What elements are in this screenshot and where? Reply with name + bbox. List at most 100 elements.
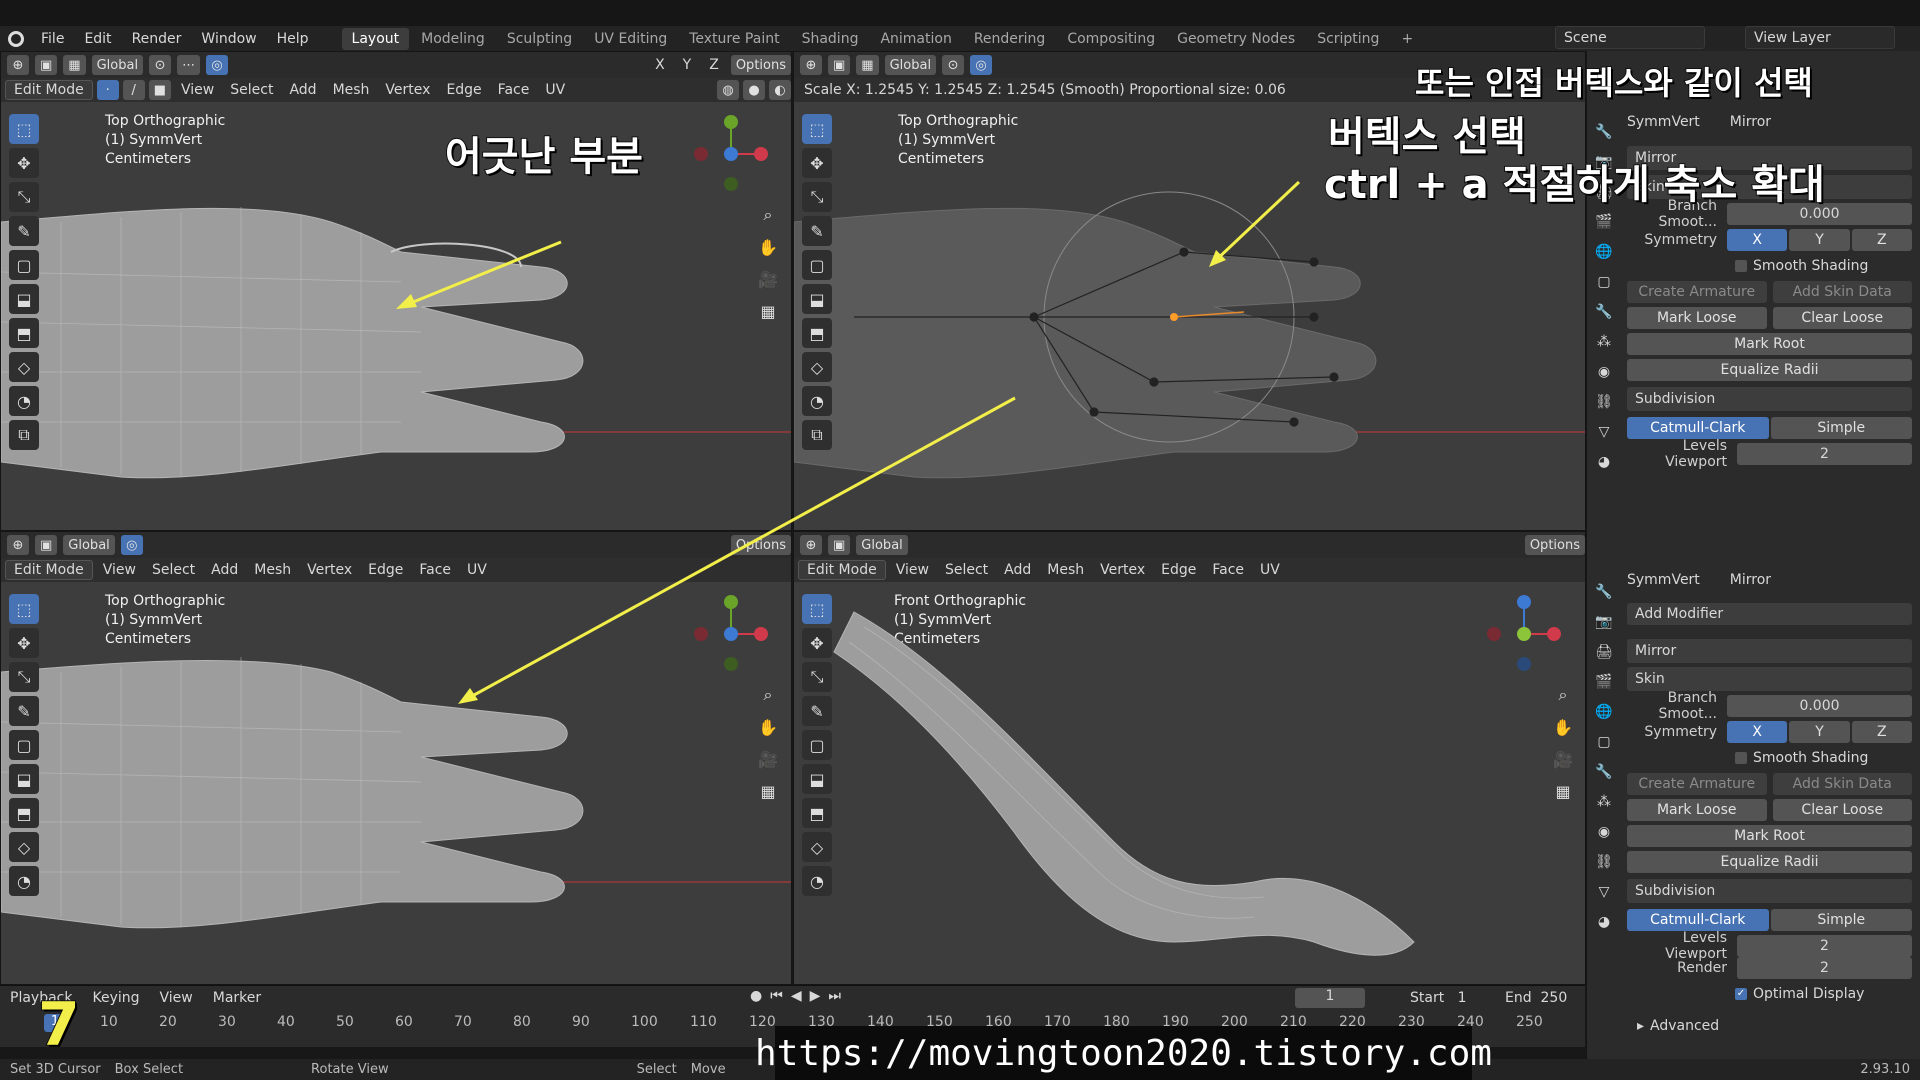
particles-tab-icon[interactable]: ⁂: [1593, 791, 1615, 813]
data-tab-icon[interactable]: ▽: [1593, 421, 1615, 443]
output-tab-icon[interactable]: 🖨: [1593, 641, 1615, 663]
grid-icon[interactable]: ▦: [755, 298, 781, 324]
add-modifier-dropdown[interactable]: Add Modifier: [1627, 603, 1912, 625]
menu-select[interactable]: Select: [146, 562, 201, 578]
pivot-icon[interactable]: ⊙: [149, 55, 172, 75]
tab-layout[interactable]: Layout: [341, 27, 410, 50]
material-tab-icon[interactable]: ◕: [1593, 911, 1615, 933]
tab-shading[interactable]: Shading: [792, 28, 869, 50]
tool-tab-icon[interactable]: 🔧: [1593, 121, 1615, 143]
menu-face[interactable]: Face: [492, 82, 536, 98]
orientation-dropdown[interactable]: Global: [856, 535, 908, 555]
menu-help[interactable]: Help: [268, 29, 318, 49]
prev-key-icon[interactable]: ◀: [791, 988, 802, 1004]
select-tool-icon[interactable]: ⬚: [802, 594, 832, 624]
smooth-shading-row[interactable]: Smooth Shading: [1627, 255, 1912, 277]
menu-uv[interactable]: UV: [539, 82, 571, 98]
tool-tab-icon[interactable]: 🔧: [1593, 581, 1615, 603]
menu-view[interactable]: View: [175, 82, 220, 98]
vertex-select-icon[interactable]: ·: [96, 80, 119, 100]
select-mode-icon[interactable]: ▦: [856, 55, 879, 75]
catmull-clark-button[interactable]: Catmull-Clark: [1627, 417, 1769, 439]
pan-hand-icon[interactable]: ✋: [1550, 714, 1576, 740]
menu-file[interactable]: File: [32, 29, 73, 49]
spin-tool-icon[interactable]: ◔: [9, 866, 39, 896]
menu-uv[interactable]: UV: [1254, 562, 1286, 578]
zoom-icon[interactable]: ⌕: [755, 202, 781, 228]
modifier-tab-icon[interactable]: 🔧: [1593, 761, 1615, 783]
pan-hand-icon[interactable]: ✋: [755, 234, 781, 260]
menu-add[interactable]: Add: [205, 562, 244, 578]
bevel-tool-icon[interactable]: ◇: [802, 352, 832, 382]
move-tool-icon[interactable]: ✥: [802, 628, 832, 658]
physics-tab-icon[interactable]: ◉: [1593, 821, 1615, 843]
scale-tool-icon[interactable]: ⤡: [802, 662, 832, 692]
bevel-tool-icon[interactable]: ◇: [9, 832, 39, 862]
scale-tool-icon[interactable]: ⤡: [9, 182, 39, 212]
scale-tool-icon[interactable]: ⤡: [9, 662, 39, 692]
menu-window[interactable]: Window: [192, 29, 265, 49]
tab-texture-paint[interactable]: Texture Paint: [679, 28, 789, 50]
subdivision-modifier-header[interactable]: Subdivision: [1627, 387, 1912, 411]
axis-x[interactable]: X: [649, 57, 671, 73]
zoom-icon[interactable]: ⌕: [755, 682, 781, 708]
annotate-tool-icon[interactable]: ✎: [9, 696, 39, 726]
extrude-tool-icon[interactable]: ⬓: [9, 284, 39, 314]
shear-tool-icon[interactable]: ⧉: [802, 420, 832, 450]
inset-tool-icon[interactable]: ⬒: [802, 318, 832, 348]
world-tab-icon[interactable]: 🌐: [1593, 241, 1615, 263]
bevel-tool-icon[interactable]: ◇: [9, 352, 39, 382]
menu-face[interactable]: Face: [413, 562, 457, 578]
world-tab-icon[interactable]: 🌐: [1593, 701, 1615, 723]
menu-uv[interactable]: UV: [461, 562, 493, 578]
snap-icon[interactable]: ⋯: [177, 55, 201, 75]
menu-select[interactable]: Select: [224, 82, 279, 98]
menu-keying[interactable]: Keying: [92, 990, 139, 1006]
viewport-top-left[interactable]: ⊕ ▣ ▦ Global ⊙ ⋯ ◎ X Y Z Options Edit Mo…: [0, 51, 792, 531]
menu-add[interactable]: Add: [998, 562, 1037, 578]
equalize-radii-button[interactable]: Equalize Radii: [1627, 359, 1912, 381]
inset-tool-icon[interactable]: ⬒: [9, 798, 39, 828]
skin-modifier-header[interactable]: Skin: [1627, 667, 1912, 691]
camera-icon[interactable]: 🎥: [755, 266, 781, 292]
scene-tab-icon[interactable]: 🎬: [1593, 211, 1615, 233]
edge-select-icon[interactable]: /: [122, 80, 145, 100]
menu-mesh[interactable]: Mesh: [1041, 562, 1090, 578]
smooth-shading-checkbox[interactable]: [1735, 260, 1747, 272]
tab-compositing[interactable]: Compositing: [1057, 28, 1165, 50]
axis-gizmo[interactable]: [691, 114, 771, 194]
levels-viewport-field[interactable]: 2: [1737, 443, 1912, 465]
extrude-tool-icon[interactable]: ⬓: [802, 764, 832, 794]
scale-tool-icon[interactable]: ⤡: [802, 182, 832, 212]
menu-add[interactable]: Add: [283, 82, 322, 98]
select-mode-icon[interactable]: ▦: [63, 55, 86, 75]
add-cube-icon[interactable]: ▢: [802, 730, 832, 760]
play-icon[interactable]: ▶: [810, 988, 821, 1004]
annotate-tool-icon[interactable]: ✎: [802, 216, 832, 246]
face-select-icon[interactable]: ■: [148, 80, 172, 100]
grid-icon[interactable]: ▦: [1550, 778, 1576, 804]
physics-tab-icon[interactable]: ◉: [1593, 361, 1615, 383]
camera-icon[interactable]: 🎥: [755, 746, 781, 772]
constraints-tab-icon[interactable]: ⛓: [1593, 391, 1615, 413]
menu-face[interactable]: Face: [1206, 562, 1250, 578]
symmetry-x[interactable]: X: [1727, 229, 1788, 251]
proportional-edit-icon[interactable]: ◎: [206, 55, 229, 75]
select-tool-icon[interactable]: ⬚: [9, 594, 39, 624]
options-dropdown[interactable]: Options: [730, 55, 791, 75]
scene-selector[interactable]: Scene: [1555, 26, 1705, 49]
move-tool-icon[interactable]: ✥: [802, 148, 832, 178]
scene-tab-icon[interactable]: 🎬: [1593, 671, 1615, 693]
blender-logo-icon[interactable]: [8, 30, 24, 47]
mark-root-button[interactable]: Mark Root: [1627, 333, 1912, 355]
axis-y[interactable]: Y: [677, 57, 698, 73]
spin-tool-icon[interactable]: ◔: [802, 866, 832, 896]
render-tab-icon[interactable]: 📷: [1593, 611, 1615, 633]
mode-dropdown[interactable]: Edit Mode: [798, 560, 886, 580]
tab-scripting[interactable]: Scripting: [1307, 28, 1389, 50]
pan-hand-icon[interactable]: ✋: [755, 714, 781, 740]
mark-loose-button[interactable]: Mark Loose: [1627, 307, 1767, 329]
editor-type-icon[interactable]: ⊕: [800, 535, 822, 555]
particles-tab-icon[interactable]: ⁂: [1593, 331, 1615, 353]
grid-icon[interactable]: ▦: [755, 778, 781, 804]
